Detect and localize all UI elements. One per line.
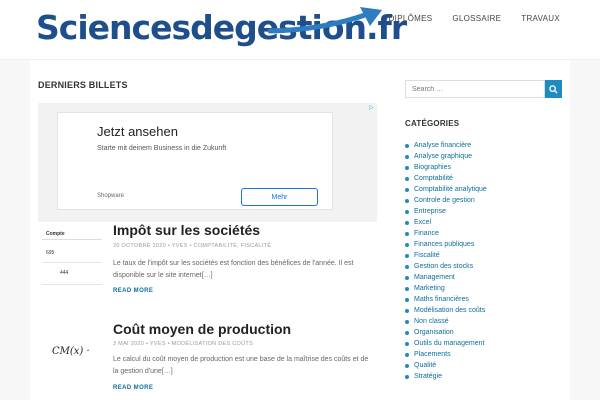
category-label[interactable]: Comptabilité bbox=[414, 175, 453, 182]
bullet-icon bbox=[405, 198, 409, 203]
post-thumbnail[interactable]: Compte 695 444 bbox=[42, 228, 102, 286]
category-label[interactable]: Finance bbox=[414, 230, 439, 237]
category-item[interactable]: Comptabilité analytique bbox=[405, 184, 487, 195]
category-item[interactable]: Finance bbox=[405, 228, 487, 239]
post-title[interactable]: Impôt sur les sociétés bbox=[113, 222, 260, 238]
category-label[interactable]: Modélisation des coûts bbox=[414, 307, 485, 314]
category-item[interactable]: Analyse graphique bbox=[405, 151, 487, 162]
category-item[interactable]: Maths financières bbox=[405, 294, 487, 305]
bullet-icon bbox=[405, 275, 409, 280]
category-label[interactable]: Excel bbox=[414, 219, 431, 226]
post-thumbnail[interactable]: CM(x) · bbox=[52, 346, 90, 357]
bullet-icon bbox=[405, 154, 409, 159]
category-label[interactable]: Fiscalité bbox=[414, 252, 440, 259]
logo-arrow-icon bbox=[268, 7, 382, 34]
categories-title: CATÉGORIES bbox=[405, 119, 460, 128]
ad-title[interactable]: Jetzt ansehen bbox=[97, 124, 178, 139]
category-label[interactable]: Analyse graphique bbox=[414, 153, 472, 160]
category-item[interactable]: Entreprise bbox=[405, 206, 487, 217]
category-label[interactable]: Outils du management bbox=[414, 340, 484, 347]
thumb-table-header: Compte bbox=[42, 228, 102, 240]
category-item[interactable]: Management bbox=[405, 272, 487, 283]
category-item[interactable]: Modélisation des coûts bbox=[405, 305, 487, 316]
post-excerpt: Le taux de l'impôt sur les sociétés est … bbox=[113, 260, 354, 279]
search-icon bbox=[549, 84, 558, 94]
bullet-icon bbox=[405, 341, 409, 346]
category-label[interactable]: Gestion des stocks bbox=[414, 263, 473, 270]
post-excerpt: Le calcul du coût moyen de production es… bbox=[113, 356, 369, 375]
category-label[interactable]: Qualité bbox=[414, 362, 436, 369]
bullet-icon bbox=[405, 143, 409, 148]
category-item[interactable]: Gestion des stocks bbox=[405, 261, 487, 272]
category-item[interactable]: Controle de gestion bbox=[405, 195, 487, 206]
ad-brand: Shopware bbox=[97, 193, 125, 199]
category-item[interactable]: Stratégie bbox=[405, 371, 487, 382]
category-label[interactable]: Organisation bbox=[414, 329, 454, 336]
bullet-icon bbox=[405, 253, 409, 258]
bullet-icon bbox=[405, 330, 409, 335]
bullet-icon bbox=[405, 220, 409, 225]
bullet-icon bbox=[405, 308, 409, 313]
bullet-icon bbox=[405, 165, 409, 170]
ad-subtitle: Starte mit deinem Business in die Zukunf… bbox=[97, 145, 227, 152]
category-item[interactable]: Marketing bbox=[405, 283, 487, 294]
category-label[interactable]: Marketing bbox=[414, 285, 445, 292]
category-label[interactable]: Comptabilité analytique bbox=[414, 186, 487, 193]
category-label[interactable]: Finances publiques bbox=[414, 241, 474, 248]
main-nav: DIPLÔMES GLOSSAIRE TRAVAUX bbox=[389, 14, 560, 23]
category-label[interactable]: Maths financières bbox=[414, 296, 469, 303]
ad-info-icon[interactable]: ▷ bbox=[369, 104, 377, 112]
post-title[interactable]: Coût moyen de production bbox=[113, 321, 291, 337]
bullet-icon bbox=[405, 209, 409, 214]
bullet-icon bbox=[405, 176, 409, 181]
thumb-table-value: 695 bbox=[46, 250, 55, 256]
category-label[interactable]: Entreprise bbox=[414, 208, 446, 215]
bullet-icon bbox=[405, 374, 409, 379]
ad-more-button[interactable]: Mehr bbox=[241, 188, 318, 206]
category-label[interactable]: Stratégie bbox=[414, 373, 442, 380]
search-button[interactable] bbox=[545, 80, 562, 98]
category-item[interactable]: Fiscalité bbox=[405, 250, 487, 261]
divider bbox=[42, 262, 102, 263]
nav-item-glossaire[interactable]: GLOSSAIRE bbox=[452, 14, 501, 23]
category-item[interactable]: Analyse financière bbox=[405, 140, 487, 151]
read-more-link[interactable]: READ MORE bbox=[113, 385, 153, 391]
category-item[interactable]: Outils du management bbox=[405, 338, 487, 349]
categories-list: Analyse financière Analyse graphique Bio… bbox=[405, 140, 487, 382]
category-label[interactable]: Non classé bbox=[414, 318, 449, 325]
category-item[interactable]: Biographies bbox=[405, 162, 487, 173]
bullet-icon bbox=[405, 297, 409, 302]
bullet-icon bbox=[405, 319, 409, 324]
category-label[interactable]: Biographies bbox=[414, 164, 451, 171]
divider bbox=[42, 284, 102, 285]
bullet-icon bbox=[405, 352, 409, 357]
search-input[interactable] bbox=[405, 80, 545, 98]
bullet-icon bbox=[405, 187, 409, 192]
post-meta: 3 MAI 2020 • YVES • MODÉLISATION DES COÛ… bbox=[113, 341, 254, 347]
section-title: DERNIERS BILLETS bbox=[38, 80, 128, 90]
post-meta: 20 OCTOBRE 2020 • YVES • COMPTABILITÉ, F… bbox=[113, 243, 272, 249]
category-label[interactable]: Placements bbox=[414, 351, 451, 358]
thumb-table-value: 444 bbox=[60, 270, 69, 276]
nav-item-travaux[interactable]: TRAVAUX bbox=[521, 14, 560, 23]
category-item[interactable]: Finances publiques bbox=[405, 239, 487, 250]
category-item[interactable]: Organisation bbox=[405, 327, 487, 338]
category-label[interactable]: Controle de gestion bbox=[414, 197, 475, 204]
category-label[interactable]: Management bbox=[414, 274, 455, 281]
nav-item-diplomes[interactable]: DIPLÔMES bbox=[389, 14, 433, 23]
category-item[interactable]: Comptabilité bbox=[405, 173, 487, 184]
category-item[interactable]: Non classé bbox=[405, 316, 487, 327]
site-header: Sciencesdegestion.fr DIPLÔMES GLOSSAIRE … bbox=[0, 0, 600, 60]
category-label[interactable]: Analyse financière bbox=[414, 142, 471, 149]
category-item[interactable]: Qualité bbox=[405, 360, 487, 371]
bullet-icon bbox=[405, 286, 409, 291]
category-item[interactable]: Placements bbox=[405, 349, 487, 360]
category-item[interactable]: Excel bbox=[405, 217, 487, 228]
bullet-icon bbox=[405, 242, 409, 247]
bullet-icon bbox=[405, 363, 409, 368]
read-more-link[interactable]: READ MORE bbox=[113, 288, 153, 294]
bullet-icon bbox=[405, 264, 409, 269]
bullet-icon bbox=[405, 231, 409, 236]
